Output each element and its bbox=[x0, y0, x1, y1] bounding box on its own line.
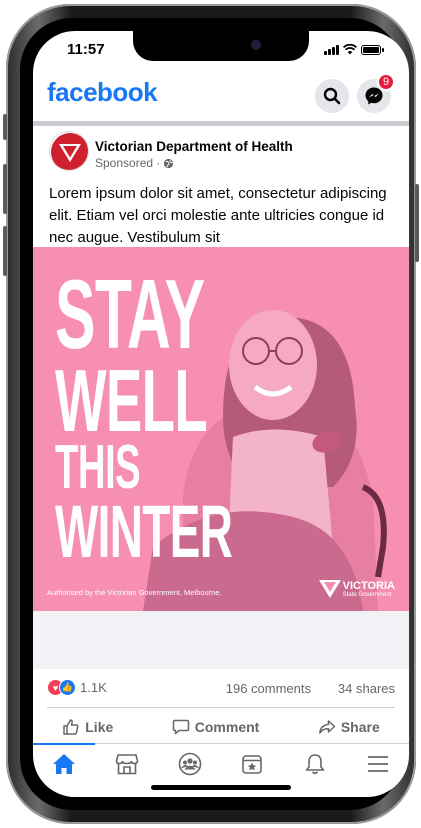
logo-subtitle: State Government bbox=[342, 592, 392, 598]
messenger-button[interactable]: 9 bbox=[357, 73, 395, 113]
post-text: Lorem ipsum dolor sit amet, consectetur … bbox=[49, 185, 387, 246]
camera bbox=[251, 40, 261, 50]
authorisation-text: Authorised by the Victorian Government, … bbox=[47, 588, 222, 597]
share-label: Share bbox=[340, 719, 380, 735]
volume-down-button bbox=[3, 226, 7, 276]
page-name[interactable]: Victorian Department of Health bbox=[95, 139, 293, 154]
headline-line-2: WELL bbox=[55, 351, 208, 450]
notch bbox=[133, 31, 309, 61]
status-time: 11:57 bbox=[67, 41, 105, 58]
status-icons bbox=[324, 44, 384, 55]
victoria-v-icon bbox=[318, 580, 341, 598]
groups-icon bbox=[178, 752, 201, 775]
nav-menu[interactable] bbox=[358, 746, 398, 782]
signal-icon bbox=[324, 44, 339, 55]
comment-icon bbox=[172, 719, 190, 735]
post-actions: Like Comment Share bbox=[33, 711, 409, 743]
notifications-icon bbox=[305, 753, 325, 774]
page-avatar[interactable] bbox=[49, 131, 89, 171]
sponsored-label: Sponsored · bbox=[95, 156, 174, 170]
phone-frame: 11:57 facebook 9 Victorian Department of… bbox=[3, 4, 419, 824]
search-icon bbox=[323, 87, 341, 105]
logo-name: VICTORIA bbox=[342, 580, 395, 592]
nav-marketplace[interactable] bbox=[107, 746, 147, 782]
nav-groups[interactable] bbox=[170, 746, 210, 782]
victoria-government-logo: VICTORIA State Government bbox=[318, 580, 395, 599]
comment-button[interactable]: Comment bbox=[172, 718, 260, 736]
shares-count[interactable]: 34 shares bbox=[338, 681, 395, 696]
wifi-icon bbox=[343, 44, 357, 55]
messenger-badge: 9 bbox=[377, 73, 395, 91]
power-button bbox=[415, 184, 419, 262]
search-button[interactable] bbox=[315, 79, 349, 113]
reactions-count: 1.1K bbox=[80, 680, 107, 695]
bottom-navigation bbox=[33, 743, 409, 783]
comment-label: Comment bbox=[194, 719, 260, 735]
home-icon bbox=[53, 753, 76, 774]
reactions-summary[interactable]: ♥ 👍 1.1K bbox=[47, 679, 107, 696]
screen: 11:57 facebook 9 Victorian Department of… bbox=[33, 31, 409, 797]
marketplace-icon bbox=[115, 753, 139, 774]
pages-icon bbox=[242, 754, 263, 774]
nav-notifications[interactable] bbox=[295, 746, 335, 782]
like-label: Like bbox=[85, 719, 114, 735]
nav-home[interactable] bbox=[44, 746, 84, 782]
headline-line-4: WINTER bbox=[55, 490, 233, 573]
headline-line-1: STAY bbox=[55, 259, 205, 369]
volume-up-button bbox=[3, 164, 7, 214]
like-button[interactable]: Like bbox=[62, 718, 113, 736]
post-stats: ♥ 👍 1.1K 196 comments 34 shares bbox=[33, 677, 409, 699]
thumbs-up-icon bbox=[63, 719, 79, 735]
image-bottom-space bbox=[33, 611, 409, 669]
nav-pages[interactable] bbox=[232, 746, 272, 782]
post-header: Victorian Department of Health Sponsored… bbox=[33, 131, 409, 175]
stats-divider bbox=[47, 707, 395, 708]
comments-count[interactable]: 196 comments bbox=[226, 681, 311, 696]
silent-switch bbox=[3, 114, 7, 140]
like-reaction-icon: 👍 bbox=[59, 679, 76, 696]
home-indicator[interactable] bbox=[151, 785, 291, 790]
facebook-header: facebook 9 bbox=[33, 71, 409, 119]
victoria-logo-icon bbox=[51, 133, 88, 170]
facebook-logo[interactable]: facebook bbox=[47, 77, 158, 108]
menu-icon bbox=[367, 755, 388, 772]
header-divider bbox=[33, 121, 409, 126]
globe-icon bbox=[164, 158, 174, 168]
share-button[interactable]: Share bbox=[318, 718, 380, 736]
battery-icon bbox=[361, 45, 384, 55]
ad-image[interactable]: STAY WELL THIS WINTER Authorised by the … bbox=[33, 247, 409, 611]
share-icon bbox=[318, 720, 336, 734]
sponsored-text: Sponsored · bbox=[95, 156, 161, 170]
